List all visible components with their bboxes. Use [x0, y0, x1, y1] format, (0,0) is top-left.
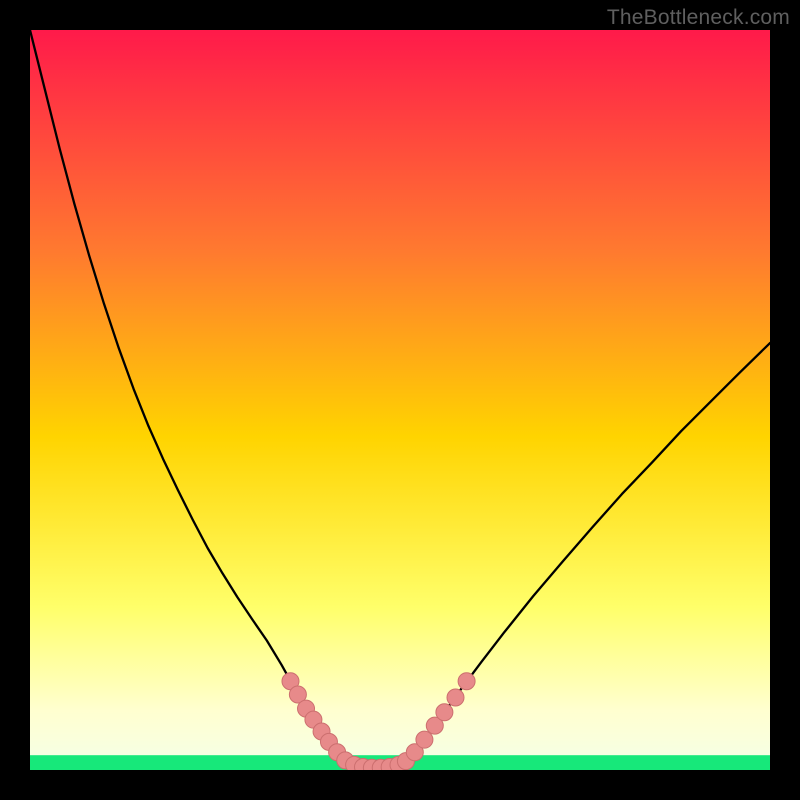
- curve-marker: [436, 704, 453, 721]
- chart-svg: [30, 30, 770, 770]
- gradient-background: [30, 30, 770, 770]
- chart-stage: TheBottleneck.com: [0, 0, 800, 800]
- curve-marker: [447, 689, 464, 706]
- curve-marker: [458, 673, 475, 690]
- plot-area: [30, 30, 770, 770]
- watermark-text: TheBottleneck.com: [607, 6, 790, 30]
- curve-marker: [416, 731, 433, 748]
